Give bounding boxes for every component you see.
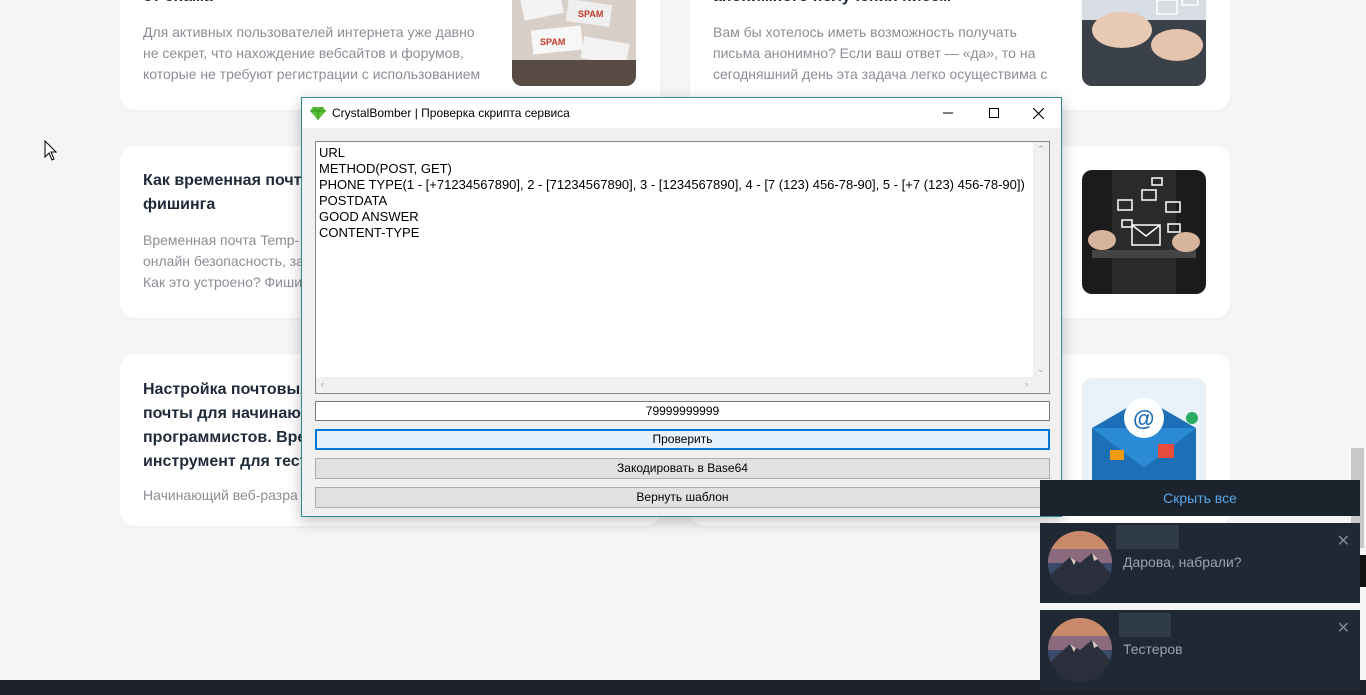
editor-line: URL <box>319 145 346 160</box>
scrollbar-corner <box>1033 377 1049 393</box>
mouse-cursor-icon <box>44 140 58 161</box>
window-titlebar[interactable]: CrystalBomber | Проверка скрипта сервиса <box>302 98 1061 128</box>
svg-text:@: @ <box>1133 406 1154 431</box>
scroll-down-icon[interactable]: ⌄ <box>1037 364 1045 375</box>
article-excerpt: Для активных пользователей интернета уже… <box>143 24 481 82</box>
svg-text:SPAM: SPAM <box>540 37 565 47</box>
editor-line: POSTDATA <box>319 193 388 208</box>
close-icon[interactable]: ✕ <box>1337 531 1350 551</box>
article-excerpt: Вам бы хотелось иметь возможность получа… <box>713 24 1048 82</box>
article-excerpt: Временная почта Temp- онлайн безопасност… <box>143 232 304 290</box>
editor-line: CONTENT-TYPE <box>319 225 420 240</box>
article-card-spam[interactable]: от спама Для активных пользователей инте… <box>120 0 660 110</box>
close-icon[interactable]: ✕ <box>1337 618 1350 638</box>
script-editor-textarea[interactable]: URL METHOD(POST, GET) PHONE TYPE(1 - [+7… <box>315 141 1050 394</box>
notification-item[interactable]: Тестеров ✕ <box>1040 610 1360 690</box>
phone-number-input[interactable]: 79999999999 <box>315 401 1050 421</box>
restore-template-button[interactable]: Вернуть шаблон <box>315 487 1050 508</box>
sender-name-redacted <box>1119 613 1171 637</box>
article-thumbnail[interactable]: SPAM SPAM <box>512 0 636 86</box>
maximize-button[interactable] <box>971 98 1017 128</box>
notification-message: Дарова, набрали? <box>1123 554 1242 570</box>
editor-line: PHONE TYPE(1 - [+71234567890], 2 - [7123… <box>319 177 1025 192</box>
notification-message: Тестеров <box>1123 641 1183 657</box>
minimize-button[interactable] <box>925 98 971 128</box>
article-card-anonymous-mail[interactable]: анонимного получения писем Вам бы хотело… <box>690 0 1230 110</box>
scroll-up-icon[interactable]: ⌃ <box>1037 144 1045 155</box>
scroll-right-icon[interactable]: › <box>1025 379 1028 389</box>
maximize-icon <box>989 108 999 118</box>
sender-name-redacted <box>1116 525 1179 549</box>
avatar <box>1048 531 1112 595</box>
svg-text:SPAM: SPAM <box>578 9 603 19</box>
article-title[interactable]: от спама <box>143 0 213 9</box>
editor-vertical-scrollbar[interactable]: ⌃ ⌄ <box>1033 142 1049 378</box>
window-title: CrystalBomber | Проверка скрипта сервиса <box>332 106 570 120</box>
avatar <box>1048 618 1112 682</box>
editor-line: METHOD(POST, GET) <box>319 161 452 176</box>
editor-horizontal-scrollbar[interactable]: ‹ › <box>316 377 1033 393</box>
article-title[interactable]: Как временная почта фишинга <box>143 169 310 217</box>
article-title[interactable]: Настройка почтовых почты для начинаю про… <box>143 378 309 474</box>
script-editor-content: URL METHOD(POST, GET) PHONE TYPE(1 - [+7… <box>319 145 1025 241</box>
article-thumbnail[interactable] <box>1082 170 1206 294</box>
article-excerpt: Начинающий веб-разра <box>143 487 298 503</box>
scroll-left-icon[interactable]: ‹ <box>321 379 324 389</box>
article-title[interactable]: анонимного получения писем <box>713 0 951 9</box>
close-icon <box>1032 107 1044 119</box>
encode-base64-button[interactable]: Закодировать в Base64 <box>315 458 1050 479</box>
editor-line: GOOD ANSWER <box>319 209 419 224</box>
hide-all-notifications-button[interactable]: Скрыть все <box>1040 480 1360 516</box>
article-thumbnail[interactable] <box>1082 0 1206 86</box>
crystal-gem-icon <box>310 106 326 120</box>
edge-strip <box>1360 555 1366 587</box>
close-window-button[interactable] <box>1015 98 1061 128</box>
minimize-icon <box>943 112 953 114</box>
notification-item[interactable]: Дарова, набрали? ✕ <box>1040 523 1360 603</box>
crystalbomber-window: CrystalBomber | Проверка скрипта сервиса… <box>301 97 1062 517</box>
check-button[interactable]: Проверить <box>315 429 1050 450</box>
